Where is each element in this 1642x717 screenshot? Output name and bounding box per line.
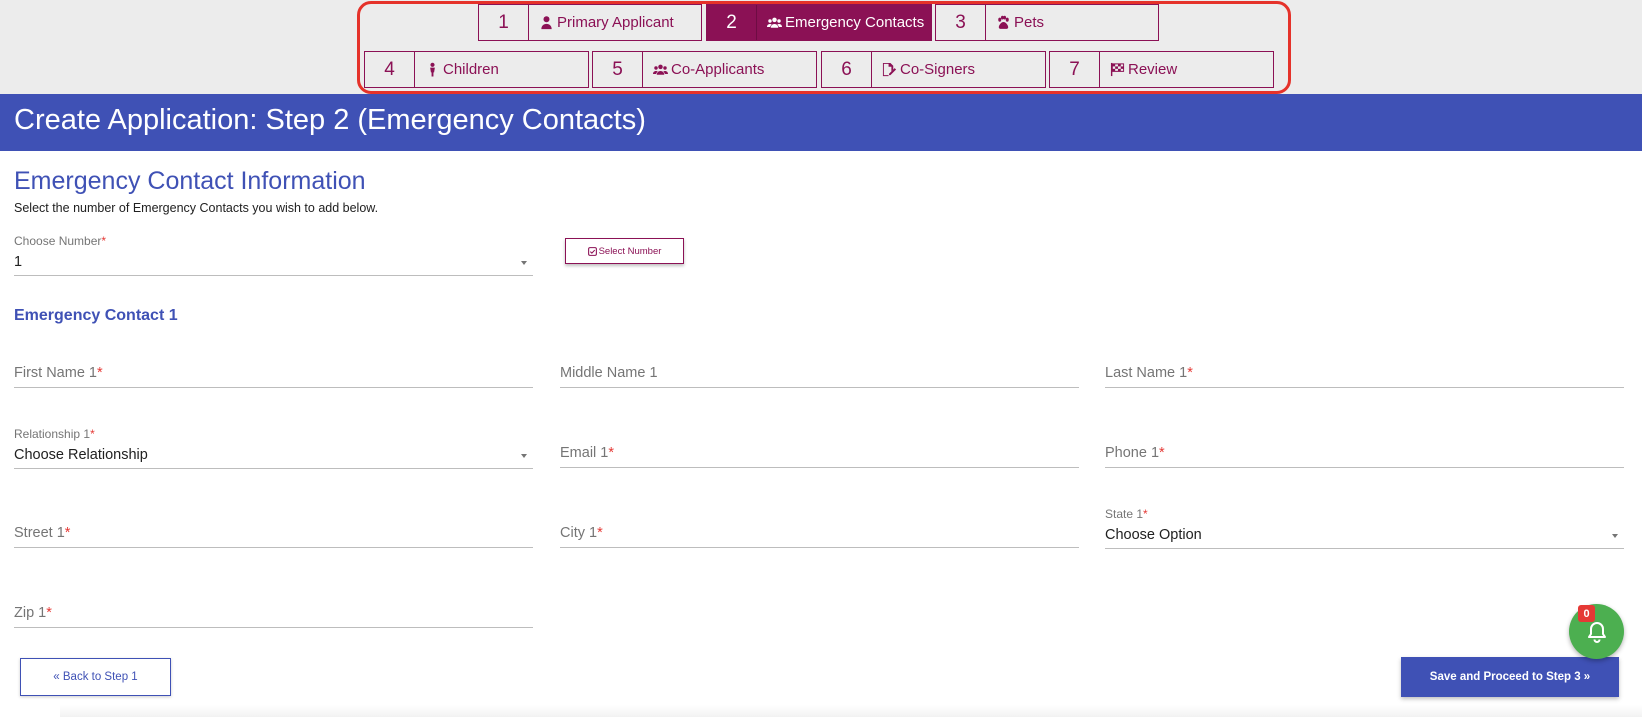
step-label: Primary Applicant bbox=[557, 14, 674, 31]
required-marker: * bbox=[608, 445, 615, 461]
step-review[interactable]: 7 Review bbox=[1049, 51, 1274, 88]
section-heading: Emergency Contact Information bbox=[14, 167, 366, 195]
step-number: 7 bbox=[1050, 52, 1100, 87]
contact-heading: Emergency Contact 1 bbox=[14, 307, 178, 324]
step-label: Emergency Contacts bbox=[785, 14, 925, 31]
middle-name-field[interactable]: Middle Name 1 bbox=[560, 358, 1079, 388]
step-label: Pets bbox=[1014, 14, 1045, 31]
last-name-field[interactable]: Last Name 1* bbox=[1105, 358, 1624, 388]
step-number: 1 bbox=[479, 5, 529, 40]
street-label: Street 1 bbox=[14, 525, 65, 541]
required-marker: * bbox=[1143, 507, 1148, 521]
footer-divider bbox=[60, 705, 1642, 717]
middle-name-label: Middle Name 1 bbox=[560, 365, 658, 381]
chevron-down-icon bbox=[521, 454, 527, 458]
city-field[interactable]: City 1* bbox=[560, 518, 1079, 548]
state-select[interactable]: State 1* Choose Option bbox=[1105, 507, 1624, 549]
state-value: Choose Option bbox=[1105, 527, 1202, 543]
step-primary-applicant[interactable]: 1 Primary Applicant bbox=[478, 4, 702, 41]
choose-number-value: 1 bbox=[14, 254, 23, 270]
step-number: 5 bbox=[593, 52, 643, 87]
signature-icon bbox=[882, 62, 897, 77]
last-name-label: Last Name 1 bbox=[1105, 365, 1188, 381]
step-co-signers[interactable]: 6 Co-Signers bbox=[821, 51, 1046, 88]
city-label: City 1 bbox=[560, 525, 598, 541]
step-number: 3 bbox=[936, 5, 986, 40]
step-children[interactable]: 4 Children bbox=[364, 51, 589, 88]
zip-field[interactable]: Zip 1* bbox=[14, 598, 533, 628]
back-to-step-1-button[interactable]: « Back to Step 1 bbox=[20, 658, 171, 696]
email-field[interactable]: Email 1* bbox=[560, 438, 1079, 468]
relationship-select[interactable]: Relationship 1* Choose Relationship bbox=[14, 427, 533, 469]
notification-count-badge: 0 bbox=[1578, 605, 1595, 622]
page-title: Create Application: Step 2 (Emergency Co… bbox=[14, 104, 646, 136]
required-marker: * bbox=[90, 427, 95, 441]
state-label: State 1 bbox=[1105, 507, 1144, 521]
required-marker: * bbox=[97, 365, 103, 381]
chevron-down-icon bbox=[521, 261, 527, 265]
choose-number-select[interactable]: Choose Number* 1 bbox=[14, 234, 533, 276]
select-number-label: Select Number bbox=[598, 245, 662, 257]
child-icon bbox=[430, 62, 435, 77]
step-number: 6 bbox=[822, 52, 872, 87]
select-number-button[interactable]: Select Number bbox=[565, 238, 684, 264]
check-square-icon bbox=[587, 246, 597, 256]
flag-checkered-icon bbox=[1110, 62, 1125, 77]
relationship-value: Choose Relationship bbox=[14, 447, 148, 463]
chevron-down-icon bbox=[1612, 534, 1618, 538]
required-marker: * bbox=[64, 525, 71, 541]
phone-label: Phone 1 bbox=[1105, 445, 1160, 461]
email-label: Email 1 bbox=[560, 445, 609, 461]
step-pets[interactable]: 3 Pets bbox=[935, 4, 1159, 41]
step-emergency-contacts[interactable]: 2 Emergency Contacts bbox=[706, 4, 932, 41]
stepper-bar: 1 Primary Applicant 2 Emergency Contacts… bbox=[0, 0, 1642, 94]
first-name-field[interactable]: First Name 1* bbox=[14, 358, 533, 388]
bell-icon bbox=[1587, 621, 1606, 643]
paw-icon bbox=[998, 15, 1009, 29]
required-marker: * bbox=[597, 525, 603, 541]
users-icon bbox=[653, 64, 668, 75]
users-icon bbox=[767, 17, 782, 28]
instructions-text: Select the number of Emergency Contacts … bbox=[14, 201, 379, 215]
relationship-label: Relationship 1 bbox=[14, 427, 91, 441]
phone-field[interactable]: Phone 1* bbox=[1105, 438, 1624, 468]
step-co-applicants[interactable]: 5 Co-Applicants bbox=[592, 51, 817, 88]
step-number: 2 bbox=[707, 5, 757, 40]
step-label: Review bbox=[1128, 61, 1178, 78]
required-marker: * bbox=[1187, 365, 1193, 381]
page-header: Create Application: Step 2 (Emergency Co… bbox=[0, 94, 1642, 151]
first-name-label: First Name 1 bbox=[14, 365, 97, 381]
step-number: 4 bbox=[365, 52, 415, 87]
step-label: Children bbox=[443, 61, 499, 78]
choose-number-label: Choose Number bbox=[14, 234, 102, 248]
step-label: Co-Applicants bbox=[671, 61, 765, 78]
save-and-proceed-button[interactable]: Save and Proceed to Step 3 » bbox=[1401, 657, 1619, 697]
user-icon bbox=[541, 16, 552, 30]
zip-label: Zip 1 bbox=[14, 605, 47, 621]
street-field[interactable]: Street 1* bbox=[14, 518, 533, 548]
required-marker: * bbox=[46, 605, 52, 621]
required-marker: * bbox=[101, 234, 107, 248]
required-marker: * bbox=[1159, 445, 1165, 461]
step-label: Co-Signers bbox=[900, 61, 976, 78]
